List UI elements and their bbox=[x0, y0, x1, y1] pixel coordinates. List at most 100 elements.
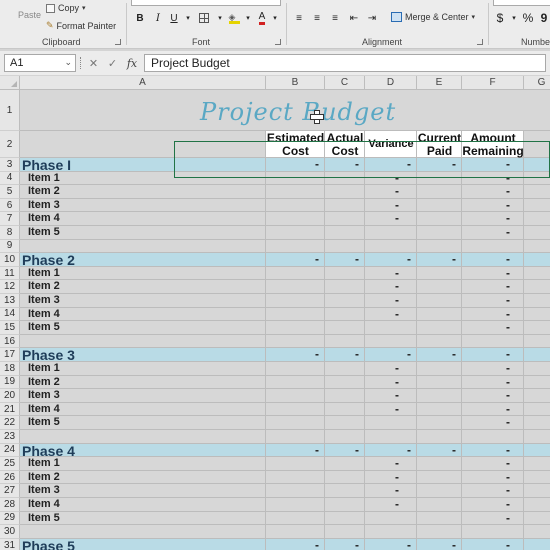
cell[interactable] bbox=[20, 334, 266, 349]
underline-button[interactable]: U bbox=[167, 11, 181, 25]
row-header[interactable]: 5 bbox=[0, 185, 20, 199]
cell[interactable] bbox=[325, 498, 365, 512]
cell[interactable] bbox=[417, 362, 462, 376]
cell[interactable] bbox=[524, 443, 550, 458]
column-header-e[interactable]: E bbox=[417, 76, 462, 90]
row-header[interactable]: 6 bbox=[0, 198, 20, 213]
cell[interactable] bbox=[266, 266, 325, 281]
row-header[interactable]: 30 bbox=[0, 525, 20, 539]
cell[interactable] bbox=[266, 416, 325, 430]
row-header[interactable]: 22 bbox=[0, 416, 20, 430]
cell[interactable] bbox=[417, 402, 462, 417]
cell[interactable] bbox=[325, 457, 365, 471]
cell[interactable] bbox=[325, 212, 365, 226]
row-header[interactable]: 7 bbox=[0, 212, 20, 226]
cell[interactable] bbox=[462, 525, 524, 539]
fill-color-icon[interactable]: ◈ bbox=[227, 11, 241, 25]
cell[interactable] bbox=[524, 511, 550, 526]
row-header[interactable]: 24 bbox=[0, 443, 20, 458]
percent-button[interactable]: % bbox=[521, 11, 535, 25]
cell[interactable] bbox=[417, 389, 462, 403]
cell[interactable] bbox=[325, 402, 365, 417]
cell[interactable] bbox=[524, 402, 550, 417]
cell[interactable] bbox=[266, 294, 325, 308]
chevron-down-icon[interactable]: ⌄ bbox=[64, 57, 72, 68]
row-header[interactable]: 4 bbox=[0, 171, 20, 186]
column-header-b[interactable]: B bbox=[266, 76, 325, 90]
cell[interactable] bbox=[524, 430, 550, 444]
cell[interactable] bbox=[417, 266, 462, 281]
cell[interactable] bbox=[266, 375, 325, 390]
cell[interactable] bbox=[325, 294, 365, 308]
cell[interactable] bbox=[417, 457, 462, 471]
select-all-button[interactable] bbox=[0, 76, 20, 90]
sheet-title[interactable]: Project Budget bbox=[200, 98, 396, 126]
cell[interactable] bbox=[524, 158, 550, 172]
cell[interactable] bbox=[524, 253, 550, 267]
cell[interactable] bbox=[20, 430, 266, 444]
cell[interactable] bbox=[524, 185, 550, 199]
row-header[interactable]: 21 bbox=[0, 402, 20, 417]
cell[interactable] bbox=[417, 470, 462, 485]
cell[interactable] bbox=[417, 171, 462, 186]
cell[interactable] bbox=[417, 239, 462, 254]
cell[interactable] bbox=[462, 239, 524, 254]
formula-input[interactable]: Project Budget bbox=[144, 54, 546, 72]
cell[interactable] bbox=[417, 226, 462, 240]
cell[interactable] bbox=[524, 362, 550, 376]
cell[interactable] bbox=[325, 416, 365, 430]
cell[interactable] bbox=[325, 226, 365, 240]
cell[interactable] bbox=[266, 457, 325, 471]
cell[interactable] bbox=[365, 226, 417, 240]
cell[interactable] bbox=[266, 307, 325, 322]
enter-icon[interactable]: ✓ bbox=[108, 57, 117, 70]
cell[interactable] bbox=[365, 334, 417, 349]
column-header-f[interactable]: F bbox=[462, 76, 524, 90]
cell[interactable] bbox=[365, 321, 417, 335]
cell[interactable] bbox=[365, 416, 417, 430]
cell[interactable] bbox=[266, 171, 325, 186]
row-header[interactable]: 14 bbox=[0, 307, 20, 322]
cell[interactable] bbox=[325, 307, 365, 322]
cell[interactable] bbox=[365, 430, 417, 444]
cell[interactable] bbox=[417, 294, 462, 308]
cell[interactable] bbox=[524, 294, 550, 308]
row-header[interactable]: 25 bbox=[0, 457, 20, 471]
align-left-icon[interactable]: ≡ bbox=[292, 11, 306, 25]
cell[interactable] bbox=[524, 321, 550, 335]
row-header[interactable]: 18 bbox=[0, 362, 20, 376]
cell[interactable] bbox=[524, 198, 550, 213]
cell[interactable] bbox=[417, 498, 462, 512]
chevron-down-icon[interactable]: ▾ bbox=[241, 11, 255, 25]
cell[interactable] bbox=[266, 402, 325, 417]
column-header-d[interactable]: D bbox=[365, 76, 417, 90]
cell[interactable] bbox=[462, 90, 524, 131]
row-header[interactable]: 1 bbox=[0, 90, 20, 131]
font-name-dropdown[interactable] bbox=[131, 0, 281, 6]
cell[interactable] bbox=[266, 430, 325, 444]
italic-button[interactable]: I bbox=[151, 11, 165, 25]
cell[interactable] bbox=[417, 280, 462, 294]
chevron-down-icon[interactable]: ▾ bbox=[507, 11, 521, 25]
cell[interactable] bbox=[266, 239, 325, 254]
merge-center-button[interactable]: Merge & Center ▾ bbox=[391, 12, 475, 22]
cell[interactable] bbox=[325, 430, 365, 444]
clipboard-launcher-icon[interactable] bbox=[115, 39, 121, 45]
cell[interactable] bbox=[266, 525, 325, 539]
row-header[interactable]: 16 bbox=[0, 334, 20, 349]
row-header[interactable]: 27 bbox=[0, 484, 20, 498]
cell[interactable] bbox=[325, 375, 365, 390]
cell[interactable] bbox=[524, 525, 550, 539]
cell[interactable] bbox=[266, 498, 325, 512]
row-header[interactable]: 3 bbox=[0, 158, 20, 172]
copy-button[interactable]: Copy ▾ bbox=[46, 3, 86, 13]
cell[interactable] bbox=[524, 538, 550, 550]
cell[interactable] bbox=[365, 525, 417, 539]
cell[interactable] bbox=[524, 457, 550, 471]
cell[interactable] bbox=[266, 484, 325, 498]
cell[interactable] bbox=[325, 334, 365, 349]
align-center-icon[interactable]: ≡ bbox=[310, 11, 324, 25]
cell[interactable] bbox=[524, 416, 550, 430]
cell[interactable] bbox=[325, 470, 365, 485]
cell[interactable] bbox=[417, 484, 462, 498]
